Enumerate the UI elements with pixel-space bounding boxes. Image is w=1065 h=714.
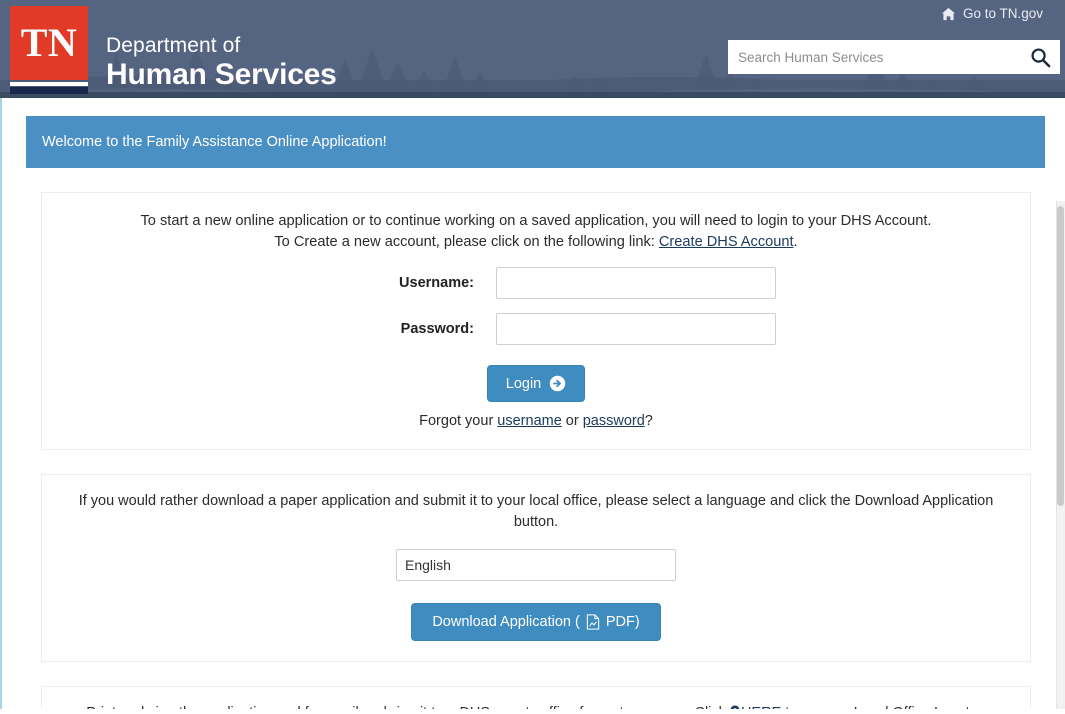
login-intro-line2-prefix: To Create a new account, please click on… (274, 234, 659, 250)
create-dhs-account-link[interactable]: Create DHS Account (659, 234, 794, 250)
login-intro-line2: To Create a new account, please click on… (42, 232, 1030, 253)
print-panel: Print and sign the application and fax, … (41, 686, 1031, 709)
search-icon (1030, 47, 1050, 67)
welcome-banner-text: Welcome to the Family Assistance Online … (42, 134, 387, 150)
department-title-line2: Human Services (106, 58, 337, 91)
tn-logo-navy-rule (10, 87, 88, 94)
content-column: Welcome to the Family Assistance Online … (26, 116, 1046, 709)
login-button-label: Login (505, 375, 542, 392)
print-line1-suffix: to use our Local Office Locator. (781, 705, 985, 709)
site-logo[interactable]: TN Department of Human Services (10, 6, 337, 94)
home-icon (941, 7, 955, 20)
search-submit-button[interactable] (1020, 40, 1060, 74)
pdf-file-icon (586, 614, 599, 630)
go-to-tngov-link[interactable]: Go to TN.gov (941, 6, 1043, 21)
department-title: Department of Human Services (106, 6, 337, 92)
tn-logo-white-rule (10, 82, 88, 86)
username-row: Username: (42, 267, 1030, 299)
username-input[interactable] (496, 267, 776, 299)
download-instructions: If you would rather download a paper app… (78, 493, 994, 530)
map-pin-icon (730, 705, 740, 709)
local-office-locator-here-link[interactable]: HERE (741, 705, 781, 709)
go-to-tngov-label: Go to TN.gov (962, 6, 1043, 21)
department-title-line1: Department of (106, 34, 241, 57)
download-button-container: Download Application ( PDF) (42, 603, 1030, 641)
download-button-label-suffix: PDF) (605, 614, 640, 630)
arrow-circle-right-icon (549, 375, 566, 392)
download-button-label-prefix: Download Application ( (432, 614, 580, 630)
download-application-button[interactable]: Download Application ( PDF) (411, 603, 661, 641)
password-input[interactable] (496, 313, 776, 345)
forgot-prefix: Forgot your (419, 413, 498, 429)
page-body: Welcome to the Family Assistance Online … (0, 98, 1065, 709)
forgot-credentials-line: Forgot your username or password? (42, 413, 1030, 429)
login-panel: To start a new online application or to … (41, 192, 1031, 450)
site-header: TN Department of Human Services Go to TN… (0, 0, 1065, 98)
login-button-container: Login (42, 365, 1030, 402)
login-intro-line1: To start a new online application or to … (140, 213, 932, 229)
login-button[interactable]: Login (486, 365, 586, 402)
tn-logo-mark: TN (10, 6, 88, 94)
tn-logo-letters: TN (20, 20, 78, 65)
print-line1-prefix: Print and sign the application and fax, … (86, 705, 730, 709)
password-label: Password: (400, 321, 474, 337)
username-label: Username: (399, 275, 474, 291)
forgot-suffix: ? (644, 413, 653, 429)
language-select[interactable]: English (396, 549, 676, 581)
welcome-banner: Welcome to the Family Assistance Online … (26, 116, 1045, 168)
download-panel: If you would rather download a paper app… (41, 474, 1031, 662)
password-row: Password: (42, 313, 1030, 345)
search-box[interactable] (728, 40, 1060, 74)
tn-logo-red-square: TN (10, 6, 88, 80)
print-instructions-line1: Print and sign the application and fax, … (42, 703, 1030, 709)
search-input[interactable] (728, 41, 1020, 73)
page-scrollbar-thumb[interactable] (1057, 206, 1064, 506)
forgot-username-link[interactable]: username (497, 413, 561, 429)
forgot-password-link[interactable]: password (583, 413, 645, 429)
forgot-or: or (561, 413, 583, 429)
login-intro-line2-suffix: . (793, 234, 798, 250)
language-select-container: English (42, 549, 1030, 581)
